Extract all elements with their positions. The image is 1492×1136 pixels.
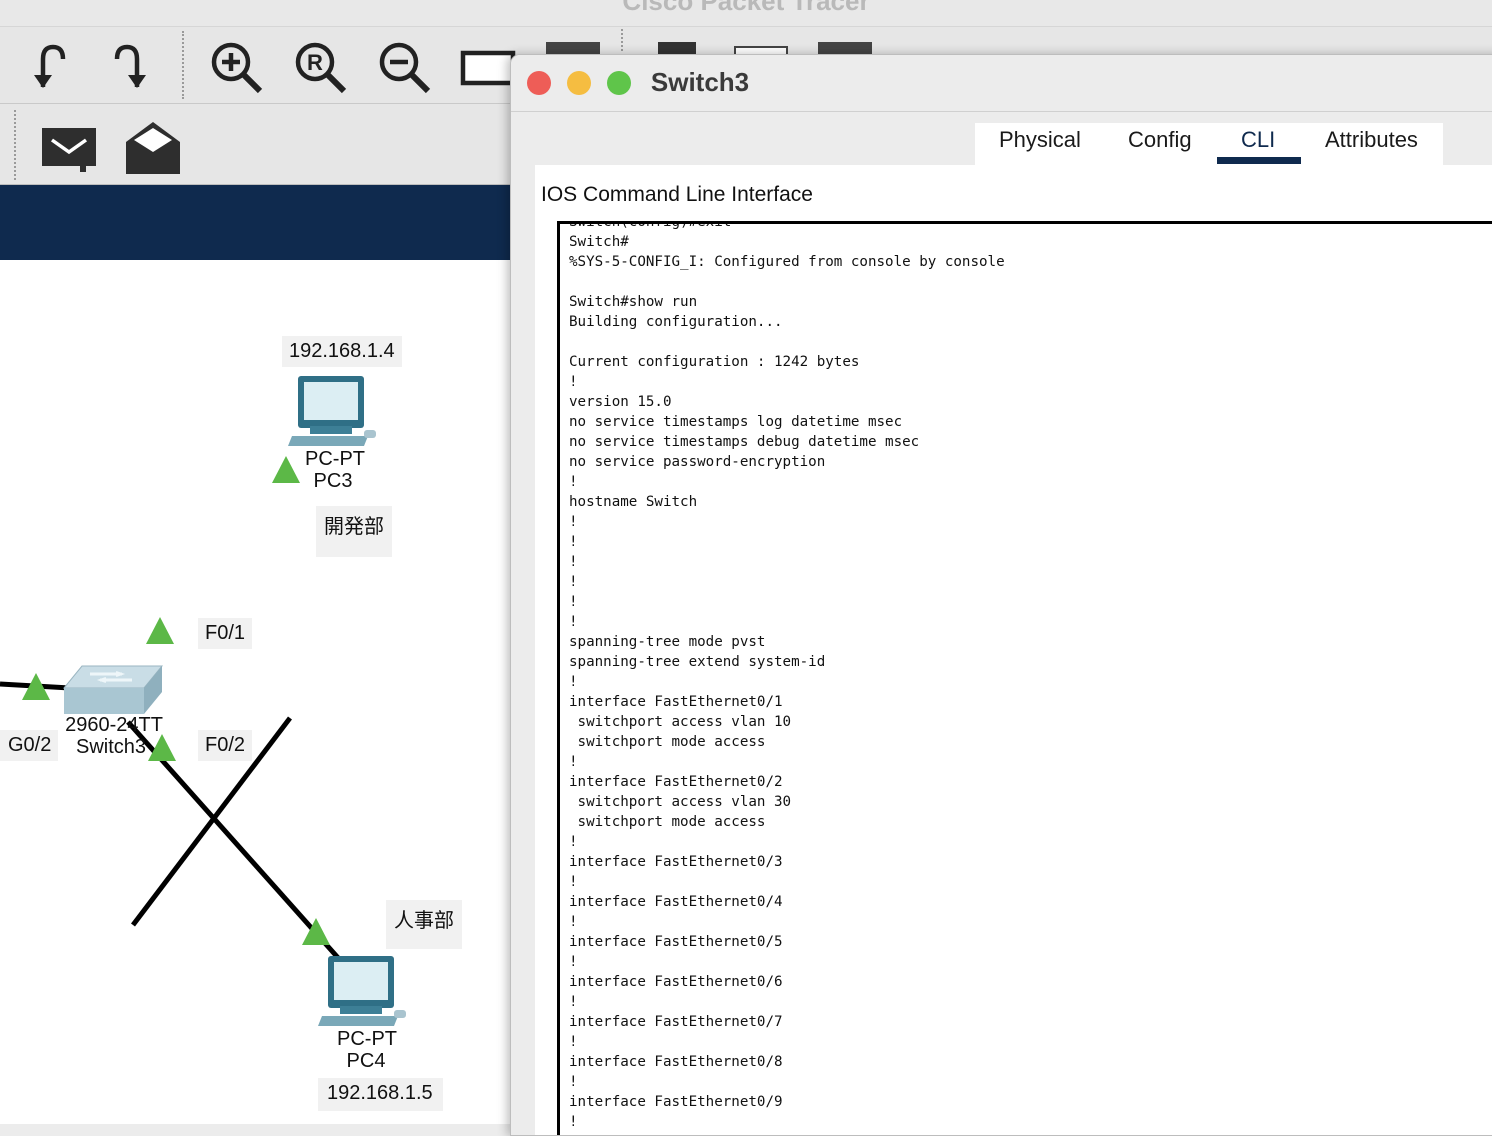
pc-icon: [288, 376, 376, 446]
pc3-model-label: PC-PT: [305, 448, 365, 470]
pc4-name-label: PC4: [346, 1050, 386, 1072]
tab-cli[interactable]: CLI: [1241, 127, 1275, 153]
cli-heading: IOS Command Line Interface: [541, 183, 813, 206]
tab-config[interactable]: Config: [1128, 127, 1192, 153]
redo-icon[interactable]: [108, 39, 154, 93]
port-label-f02: F0/2: [198, 730, 253, 761]
pc4-model-label: PC-PT: [337, 1028, 397, 1050]
tab-attributes[interactable]: Attributes: [1325, 127, 1418, 153]
toolbar-separator: [14, 110, 16, 180]
pc4-ip-label: 192.168.1.5: [318, 1078, 443, 1111]
rectangle-icon[interactable]: [460, 45, 516, 89]
pc3-name-label: PC3: [313, 470, 353, 492]
port-label-f01: F0/1: [198, 618, 253, 649]
toolbar-separator: [621, 29, 623, 51]
cli-panel: IOS Command Line Interface Switch(config…: [535, 165, 1492, 1135]
app-title: Cisco Packet Tracer: [622, 0, 870, 16]
pc4-department-note[interactable]: 人事部: [386, 900, 462, 949]
zoom-in-icon[interactable]: [206, 39, 266, 95]
zoom-out-icon[interactable]: [374, 39, 434, 95]
palette-icon[interactable]: [658, 40, 696, 54]
toolbar-separator: [182, 31, 184, 99]
workspace-nav-bar: [0, 185, 512, 260]
dialog-title: Switch3: [650, 67, 750, 97]
port-label-g02: G0/2: [0, 730, 59, 761]
switch-icon: [62, 665, 164, 714]
switch3-model-label: 2960-24TT: [65, 714, 163, 736]
pc3-device[interactable]: [288, 374, 380, 455]
closed-envelope-icon[interactable]: [40, 126, 98, 174]
svg-text:R: R: [307, 50, 323, 75]
cli-terminal[interactable]: Switch(config)#exit Switch# %SYS-5-CONFI…: [557, 221, 1492, 1135]
dialog-title-bar[interactable]: Switch3: [511, 55, 1492, 112]
tab-physical[interactable]: Physical: [999, 127, 1081, 153]
drawing-tool-icon[interactable]: [546, 40, 600, 54]
pc-icon: [318, 956, 406, 1026]
undo-icon[interactable]: [26, 39, 72, 93]
open-envelope-icon[interactable]: [124, 118, 182, 174]
viewport-icon[interactable]: [818, 40, 872, 54]
pc4-device[interactable]: [318, 954, 410, 1035]
logical-workspace[interactable]: 192.168.1.4 PC-PT PC3 開発部 F0/1 F0/2 G0/2…: [0, 260, 512, 1124]
active-tab-indicator: [1217, 157, 1301, 164]
switch3-dialog: Switch3 Physical Config CLI Attributes I…: [510, 54, 1492, 1136]
switch3-name-label: Switch3: [75, 736, 147, 758]
app-title-bar: Cisco Packet Tracer: [0, 0, 1492, 27]
pc3-ip-label: 192.168.1.4: [282, 336, 402, 367]
zoom-reset-icon[interactable]: R: [290, 39, 350, 95]
pc3-department-note[interactable]: 開発部: [316, 506, 392, 557]
device-tab-bar: Physical Config CLI Attributes: [975, 123, 1443, 165]
secondary-toolbar: [0, 104, 510, 185]
link-status-up-icon: [146, 617, 174, 644]
terminal-output[interactable]: Switch(config)#exit Switch# %SYS-5-CONFI…: [569, 224, 1005, 1132]
